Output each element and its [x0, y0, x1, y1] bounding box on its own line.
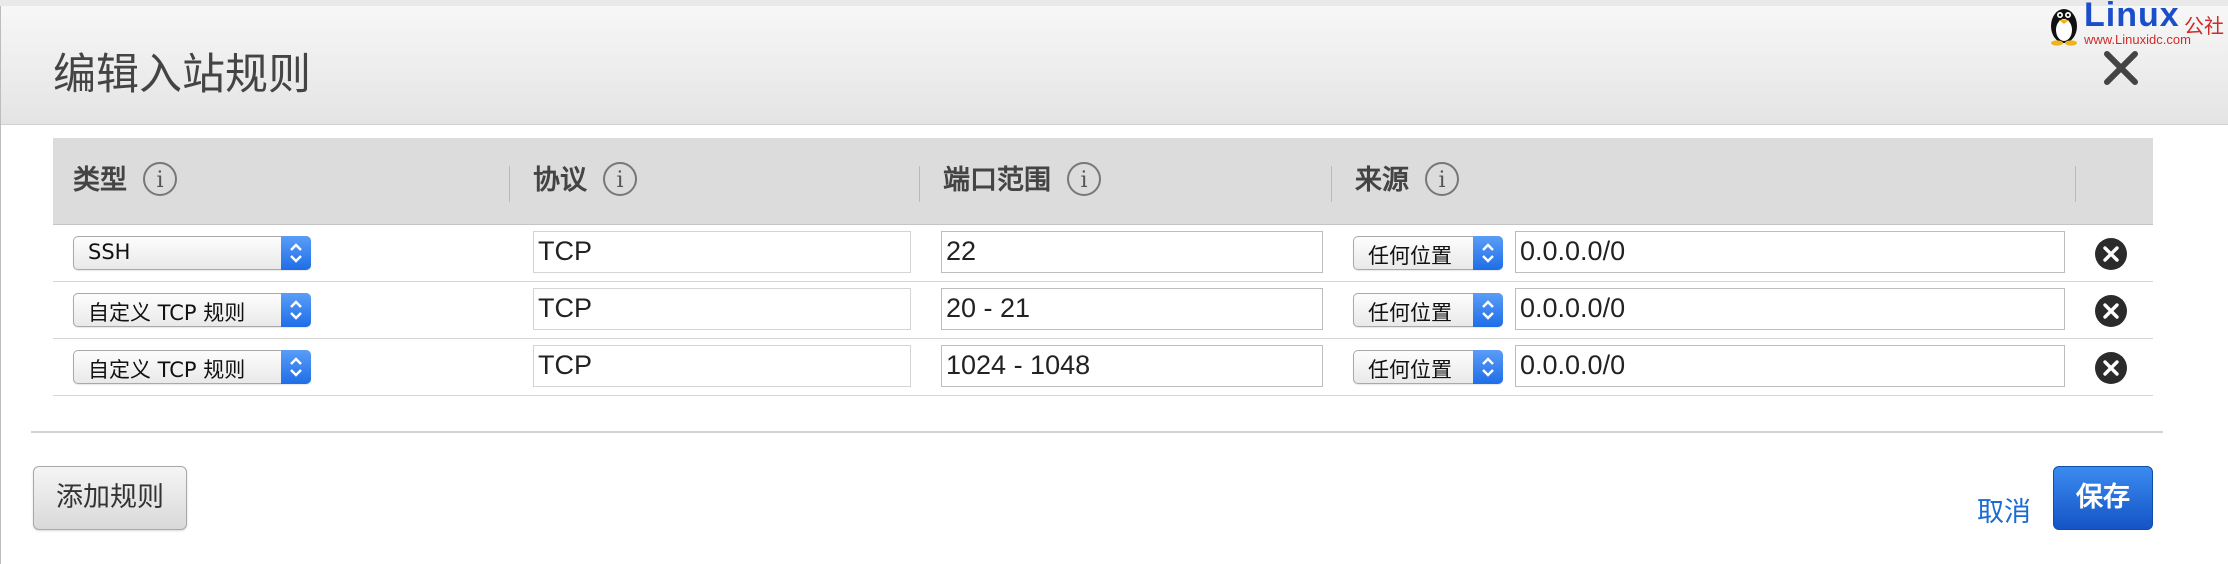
column-divider	[1331, 166, 1332, 202]
table-row: 自定义 TCP 规则 TCP 20 - 21 任何位置 0.0.0.0/0	[53, 282, 2153, 339]
site-watermark: Linux 公社 www.Linuxidc.com	[2044, 0, 2226, 47]
table-row: SSH TCP 22 任何位置 0.0.0.0/0	[53, 225, 2153, 282]
source-select-value: 任何位置	[1368, 358, 1452, 382]
column-divider	[509, 166, 510, 202]
port-range-input[interactable]: 20 - 21	[941, 288, 1323, 330]
type-select-value: 自定义 TCP 规则	[88, 301, 246, 325]
chevron-updown-icon	[281, 350, 311, 384]
remove-rule-button[interactable]	[2094, 294, 2128, 328]
table-header-row: 类型 i 协议 i 端口范围 i 来源 i	[53, 138, 2153, 225]
remove-circle-icon	[2095, 238, 2127, 270]
chevron-updown-icon	[281, 236, 311, 270]
watermark-name: Linux	[2084, 0, 2180, 34]
header-type-label: 类型	[73, 165, 127, 196]
chevron-updown-icon	[1473, 236, 1503, 270]
type-select[interactable]: 自定义 TCP 规则	[73, 350, 311, 384]
close-icon	[2104, 51, 2138, 85]
type-select[interactable]: 自定义 TCP 规则	[73, 293, 311, 327]
source-select[interactable]: 任何位置	[1353, 236, 1503, 270]
chevron-updown-icon	[1473, 293, 1503, 327]
info-icon[interactable]: i	[603, 161, 637, 196]
chevron-updown-icon	[281, 293, 311, 327]
column-divider	[919, 166, 920, 202]
remove-rule-button[interactable]	[2094, 351, 2128, 385]
chevron-updown-icon	[1473, 350, 1503, 384]
remove-circle-icon	[2095, 295, 2127, 327]
info-icon[interactable]: i	[1425, 161, 1459, 196]
info-icon[interactable]: i	[143, 161, 177, 196]
type-select[interactable]: SSH	[73, 236, 311, 270]
table-row: 自定义 TCP 规则 TCP 1024 - 1048 任何位置 0.0.0.0/…	[53, 339, 2153, 396]
dialog-title: 编辑入站规则	[53, 50, 311, 100]
header-port-range-label: 端口范围	[943, 165, 1051, 196]
header-protocol-label: 协议	[533, 165, 587, 196]
type-select-value: 自定义 TCP 规则	[88, 358, 246, 382]
cancel-button[interactable]: 取消	[1977, 490, 2031, 529]
source-select-value: 任何位置	[1368, 244, 1452, 268]
type-select-value: SSH	[88, 240, 131, 264]
penguin-logo-icon	[2051, 9, 2077, 46]
remove-circle-icon	[2095, 352, 2127, 384]
footer-divider	[31, 431, 2163, 433]
protocol-field[interactable]: TCP	[533, 345, 911, 387]
port-range-input[interactable]: 22	[941, 231, 1323, 273]
header-type: 类型 i	[73, 138, 177, 224]
watermark-url: www.Linuxidc.com	[2084, 32, 2191, 47]
remove-rule-button[interactable]	[2094, 237, 2128, 271]
source-select[interactable]: 任何位置	[1353, 293, 1503, 327]
header-port-range: 端口范围 i	[943, 138, 1101, 224]
dialog-header: 编辑入站规则	[1, 6, 2228, 125]
source-cidr-input[interactable]: 0.0.0.0/0	[1515, 231, 2065, 273]
protocol-field[interactable]: TCP	[533, 231, 911, 273]
add-rule-button[interactable]: 添加规则	[33, 466, 187, 530]
header-protocol: 协议 i	[533, 138, 637, 224]
protocol-field[interactable]: TCP	[533, 288, 911, 330]
port-range-input[interactable]: 1024 - 1048	[941, 345, 1323, 387]
header-source: 来源 i	[1355, 138, 1459, 224]
close-button[interactable]	[2097, 44, 2145, 92]
info-icon[interactable]: i	[1067, 161, 1101, 196]
source-select[interactable]: 任何位置	[1353, 350, 1503, 384]
rules-table: 类型 i 协议 i 端口范围 i 来源 i SSH TCP 22 任何位置 0.…	[53, 138, 2153, 396]
column-divider	[2075, 166, 2076, 202]
save-button[interactable]: 保存	[2053, 466, 2153, 530]
source-cidr-input[interactable]: 0.0.0.0/0	[1515, 288, 2065, 330]
header-source-label: 来源	[1355, 165, 1409, 196]
source-cidr-input[interactable]: 0.0.0.0/0	[1515, 345, 2065, 387]
source-select-value: 任何位置	[1368, 301, 1452, 325]
edit-inbound-rules-dialog: 编辑入站规则 类型 i 协议 i 端口范围 i 来源 i SSH TCP 22 …	[0, 6, 2228, 564]
